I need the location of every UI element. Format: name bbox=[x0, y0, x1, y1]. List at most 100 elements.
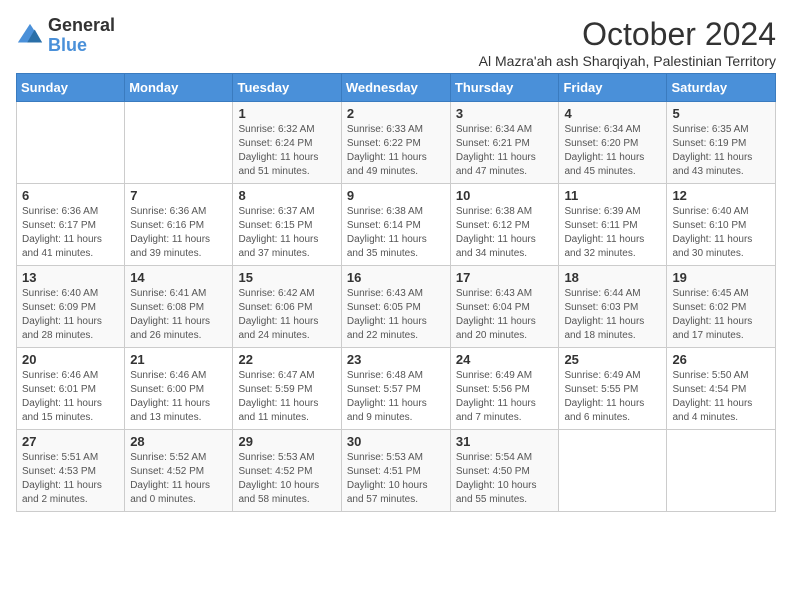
calendar-cell: 23 Sunrise: 6:48 AM Sunset: 5:57 PM Dayli… bbox=[341, 348, 450, 430]
month-title: October 2024 bbox=[479, 16, 776, 53]
calendar-cell: 28 Sunrise: 5:52 AM Sunset: 4:52 PM Dayli… bbox=[125, 430, 233, 512]
day-number: 19 bbox=[672, 270, 770, 285]
day-info: Sunrise: 6:34 AM Sunset: 6:21 PM Dayligh… bbox=[456, 123, 554, 179]
day-number: 24 bbox=[456, 352, 554, 367]
calendar-cell: 10 Sunrise: 6:38 AM Sunset: 6:12 PM Dayli… bbox=[450, 184, 559, 266]
calendar-cell: 7 Sunrise: 6:36 AM Sunset: 6:16 PM Daylig… bbox=[125, 184, 233, 266]
day-number: 20 bbox=[22, 352, 119, 367]
day-info: Sunrise: 6:41 AM Sunset: 6:08 PM Dayligh… bbox=[130, 287, 227, 343]
day-number: 26 bbox=[672, 352, 770, 367]
calendar-cell: 9 Sunrise: 6:38 AM Sunset: 6:14 PM Daylig… bbox=[341, 184, 450, 266]
calendar-week-1: 1 Sunrise: 6:32 AM Sunset: 6:24 PM Daylig… bbox=[17, 102, 776, 184]
day-number: 18 bbox=[564, 270, 661, 285]
day-number: 14 bbox=[130, 270, 227, 285]
day-info: Sunrise: 6:39 AM Sunset: 6:11 PM Dayligh… bbox=[564, 205, 661, 261]
calendar-cell: 15 Sunrise: 6:42 AM Sunset: 6:06 PM Dayli… bbox=[233, 266, 341, 348]
day-info: Sunrise: 6:47 AM Sunset: 5:59 PM Dayligh… bbox=[238, 369, 335, 425]
weekday-saturday: Saturday bbox=[667, 74, 776, 102]
day-info: Sunrise: 6:42 AM Sunset: 6:06 PM Dayligh… bbox=[238, 287, 335, 343]
weekday-header-row: SundayMondayTuesdayWednesdayThursdayFrid… bbox=[17, 74, 776, 102]
day-info: Sunrise: 5:53 AM Sunset: 4:51 PM Dayligh… bbox=[347, 451, 445, 507]
day-number: 15 bbox=[238, 270, 335, 285]
calendar-cell: 17Sunrise: 6:43 AM Sunset: 6:04 PM Dayli… bbox=[450, 266, 559, 348]
day-info: Sunrise: 5:52 AM Sunset: 4:52 PM Dayligh… bbox=[130, 451, 227, 507]
logo-blue-text: Blue bbox=[48, 35, 87, 55]
day-number: 25 bbox=[564, 352, 661, 367]
calendar-cell bbox=[667, 430, 776, 512]
day-number: 23 bbox=[347, 352, 445, 367]
day-number: 11 bbox=[564, 188, 661, 203]
day-number: 30 bbox=[347, 434, 445, 449]
weekday-sunday: Sunday bbox=[17, 74, 125, 102]
calendar-cell: 31 Sunrise: 5:54 AM Sunset: 4:50 PM Dayli… bbox=[450, 430, 559, 512]
day-number: 2 bbox=[347, 106, 445, 121]
calendar-cell: 6 Sunrise: 6:36 AM Sunset: 6:17 PM Daylig… bbox=[17, 184, 125, 266]
calendar-cell: 1 Sunrise: 6:32 AM Sunset: 6:24 PM Daylig… bbox=[233, 102, 341, 184]
day-number: 3 bbox=[456, 106, 554, 121]
day-number: 17 bbox=[456, 270, 554, 285]
calendar-body: 1 Sunrise: 6:32 AM Sunset: 6:24 PM Daylig… bbox=[17, 102, 776, 512]
day-info: Sunrise: 5:53 AM Sunset: 4:52 PM Dayligh… bbox=[238, 451, 335, 507]
weekday-tuesday: Tuesday bbox=[233, 74, 341, 102]
day-info: Sunrise: 5:51 AM Sunset: 4:53 PM Dayligh… bbox=[22, 451, 119, 507]
day-info: Sunrise: 6:48 AM Sunset: 5:57 PM Dayligh… bbox=[347, 369, 445, 425]
day-info: Sunrise: 6:49 AM Sunset: 5:56 PM Dayligh… bbox=[456, 369, 554, 425]
calendar-cell: 3 Sunrise: 6:34 AM Sunset: 6:21 PM Daylig… bbox=[450, 102, 559, 184]
calendar-cell: 2Sunrise: 6:33 AM Sunset: 6:22 PM Daylig… bbox=[341, 102, 450, 184]
day-info: Sunrise: 6:38 AM Sunset: 6:14 PM Dayligh… bbox=[347, 205, 445, 261]
day-number: 8 bbox=[238, 188, 335, 203]
day-info: Sunrise: 6:34 AM Sunset: 6:20 PM Dayligh… bbox=[564, 123, 661, 179]
calendar-cell: 27 Sunrise: 5:51 AM Sunset: 4:53 PM Dayli… bbox=[17, 430, 125, 512]
day-number: 6 bbox=[22, 188, 119, 203]
calendar-cell: 25 Sunrise: 6:49 AM Sunset: 5:55 PM Dayli… bbox=[559, 348, 667, 430]
calendar-cell: 19 Sunrise: 6:45 AM Sunset: 6:02 PM Dayli… bbox=[667, 266, 776, 348]
day-info: Sunrise: 5:54 AM Sunset: 4:50 PM Dayligh… bbox=[456, 451, 554, 507]
day-info: Sunrise: 6:32 AM Sunset: 6:24 PM Dayligh… bbox=[238, 123, 335, 179]
day-number: 1 bbox=[238, 106, 335, 121]
calendar-cell: 8Sunrise: 6:37 AM Sunset: 6:15 PM Daylig… bbox=[233, 184, 341, 266]
calendar-cell: 20 Sunrise: 6:46 AM Sunset: 6:01 PM Dayli… bbox=[17, 348, 125, 430]
calendar-cell: 22Sunrise: 6:47 AM Sunset: 5:59 PM Dayli… bbox=[233, 348, 341, 430]
day-info: Sunrise: 6:46 AM Sunset: 6:00 PM Dayligh… bbox=[130, 369, 227, 425]
logo: General Blue bbox=[16, 16, 115, 56]
weekday-monday: Monday bbox=[125, 74, 233, 102]
calendar-cell: 26Sunrise: 5:50 AM Sunset: 4:54 PM Dayli… bbox=[667, 348, 776, 430]
day-number: 7 bbox=[130, 188, 227, 203]
day-info: Sunrise: 6:43 AM Sunset: 6:05 PM Dayligh… bbox=[347, 287, 445, 343]
calendar-cell: 30 Sunrise: 5:53 AM Sunset: 4:51 PM Dayli… bbox=[341, 430, 450, 512]
weekday-thursday: Thursday bbox=[450, 74, 559, 102]
calendar-week-2: 6 Sunrise: 6:36 AM Sunset: 6:17 PM Daylig… bbox=[17, 184, 776, 266]
calendar-week-5: 27 Sunrise: 5:51 AM Sunset: 4:53 PM Dayli… bbox=[17, 430, 776, 512]
day-info: Sunrise: 6:36 AM Sunset: 6:17 PM Dayligh… bbox=[22, 205, 119, 261]
calendar-cell: 14 Sunrise: 6:41 AM Sunset: 6:08 PM Dayli… bbox=[125, 266, 233, 348]
calendar-cell: 18Sunrise: 6:44 AM Sunset: 6:03 PM Dayli… bbox=[559, 266, 667, 348]
day-number: 10 bbox=[456, 188, 554, 203]
day-info: Sunrise: 6:45 AM Sunset: 6:02 PM Dayligh… bbox=[672, 287, 770, 343]
subtitle: Al Mazra'ah ash Sharqiyah, Palestinian T… bbox=[479, 53, 776, 69]
calendar-week-3: 13Sunrise: 6:40 AM Sunset: 6:09 PM Dayli… bbox=[17, 266, 776, 348]
day-info: Sunrise: 6:38 AM Sunset: 6:12 PM Dayligh… bbox=[456, 205, 554, 261]
calendar-cell: 11 Sunrise: 6:39 AM Sunset: 6:11 PM Dayli… bbox=[559, 184, 667, 266]
logo-icon bbox=[16, 22, 44, 50]
day-number: 31 bbox=[456, 434, 554, 449]
day-number: 27 bbox=[22, 434, 119, 449]
day-number: 5 bbox=[672, 106, 770, 121]
calendar-cell: 29Sunrise: 5:53 AM Sunset: 4:52 PM Dayli… bbox=[233, 430, 341, 512]
day-info: Sunrise: 6:36 AM Sunset: 6:16 PM Dayligh… bbox=[130, 205, 227, 261]
calendar-cell bbox=[125, 102, 233, 184]
day-info: Sunrise: 6:40 AM Sunset: 6:10 PM Dayligh… bbox=[672, 205, 770, 261]
day-number: 4 bbox=[564, 106, 661, 121]
day-number: 12 bbox=[672, 188, 770, 203]
day-info: Sunrise: 6:40 AM Sunset: 6:09 PM Dayligh… bbox=[22, 287, 119, 343]
day-number: 16 bbox=[347, 270, 445, 285]
calendar-cell bbox=[559, 430, 667, 512]
day-number: 28 bbox=[130, 434, 227, 449]
calendar-cell: 21 Sunrise: 6:46 AM Sunset: 6:00 PM Dayli… bbox=[125, 348, 233, 430]
day-info: Sunrise: 6:49 AM Sunset: 5:55 PM Dayligh… bbox=[564, 369, 661, 425]
weekday-friday: Friday bbox=[559, 74, 667, 102]
calendar-cell: 13Sunrise: 6:40 AM Sunset: 6:09 PM Dayli… bbox=[17, 266, 125, 348]
calendar-week-4: 20 Sunrise: 6:46 AM Sunset: 6:01 PM Dayli… bbox=[17, 348, 776, 430]
day-number: 9 bbox=[347, 188, 445, 203]
day-info: Sunrise: 6:46 AM Sunset: 6:01 PM Dayligh… bbox=[22, 369, 119, 425]
day-number: 21 bbox=[130, 352, 227, 367]
